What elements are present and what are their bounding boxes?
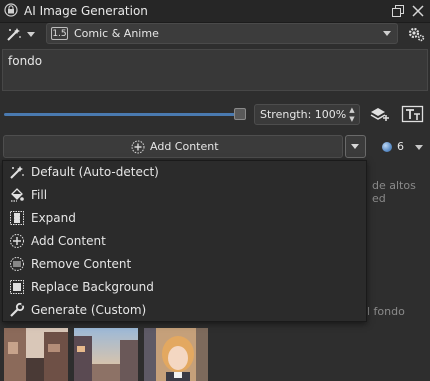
- batch-size-selector[interactable]: 6: [380, 139, 426, 155]
- menu-item-label: Fill: [31, 188, 48, 202]
- spin-up-icon[interactable]: ▲: [347, 106, 357, 115]
- wand-icon: [10, 166, 24, 179]
- workspace-mode-button[interactable]: [4, 24, 40, 44]
- menu-item-add-content[interactable]: Add Content: [3, 230, 366, 252]
- queue-stack-icon[interactable]: [368, 104, 390, 124]
- mode-dropdown-menu: Default (Auto-detect) Fill Expand Add Co…: [2, 160, 367, 322]
- wand-icon: [7, 28, 21, 41]
- chevron-down-icon: [27, 32, 35, 37]
- style-select[interactable]: 1.5 Comic & Anime: [46, 23, 398, 44]
- menu-item-fill[interactable]: Fill: [3, 184, 366, 206]
- history-prompt-text: l fondo: [367, 305, 405, 318]
- wrench-icon: [10, 302, 25, 317]
- menu-item-label: Add Content: [31, 234, 106, 248]
- remove-content-icon: [10, 257, 24, 271]
- strength-spinbox[interactable]: Strength: 100% ▲ ▼: [254, 104, 360, 125]
- menu-item-remove-content[interactable]: Remove Content: [3, 253, 366, 275]
- chevron-down-icon: [383, 31, 391, 36]
- chevron-down-icon: [351, 144, 359, 149]
- expand-icon: [10, 211, 24, 225]
- menu-item-replace-background[interactable]: Replace Background: [3, 276, 366, 298]
- prompt-text: fondo: [8, 54, 43, 68]
- generate-button-label: Add Content: [150, 140, 219, 153]
- style-select-value: Comic & Anime: [74, 27, 159, 40]
- mode-dropdown-button[interactable]: [345, 135, 366, 158]
- history-thumbnail[interactable]: [4, 328, 68, 381]
- panel-title-bar: AI Image Generation: [0, 0, 430, 23]
- panel-title: AI Image Generation: [24, 4, 148, 18]
- menu-item-label: Default (Auto-detect): [31, 165, 159, 179]
- add-content-icon: [131, 140, 145, 154]
- chevron-down-icon: [415, 145, 423, 150]
- text-prompt-icon[interactable]: [401, 104, 425, 124]
- settings-gear-icon[interactable]: [406, 25, 426, 43]
- style-version-badge: 1.5: [51, 27, 68, 40]
- fill-icon: [11, 188, 24, 202]
- generate-button[interactable]: Add Content: [3, 135, 343, 158]
- float-panel-icon[interactable]: [390, 3, 406, 19]
- history-thumbnail[interactable]: [74, 328, 138, 381]
- menu-item-default[interactable]: Default (Auto-detect): [3, 161, 366, 183]
- batch-size-value: 6: [397, 140, 404, 153]
- menu-item-label: Remove Content: [31, 257, 132, 271]
- menu-item-expand[interactable]: Expand: [3, 207, 366, 229]
- menu-item-generate-custom[interactable]: Generate (Custom): [3, 299, 366, 321]
- add-content-icon: [10, 234, 24, 248]
- strength-label: Strength: 100%: [260, 108, 347, 121]
- menu-item-label: Expand: [31, 211, 76, 225]
- menu-item-label: Generate (Custom): [31, 303, 147, 317]
- spin-down-icon[interactable]: ▼: [347, 115, 357, 124]
- prompt-textarea[interactable]: fondo: [2, 49, 428, 91]
- panel-lock-icon: [4, 3, 18, 17]
- batch-icon: [382, 142, 392, 152]
- strength-slider-track[interactable]: [4, 113, 238, 116]
- close-icon[interactable]: [410, 3, 426, 19]
- menu-item-label: Replace Background: [31, 280, 154, 294]
- replace-background-icon: [10, 280, 24, 294]
- history-thumbnail[interactable]: [144, 328, 208, 381]
- strength-slider-handle[interactable]: [234, 108, 246, 120]
- history-prompt-text: de altos ed: [372, 179, 416, 205]
